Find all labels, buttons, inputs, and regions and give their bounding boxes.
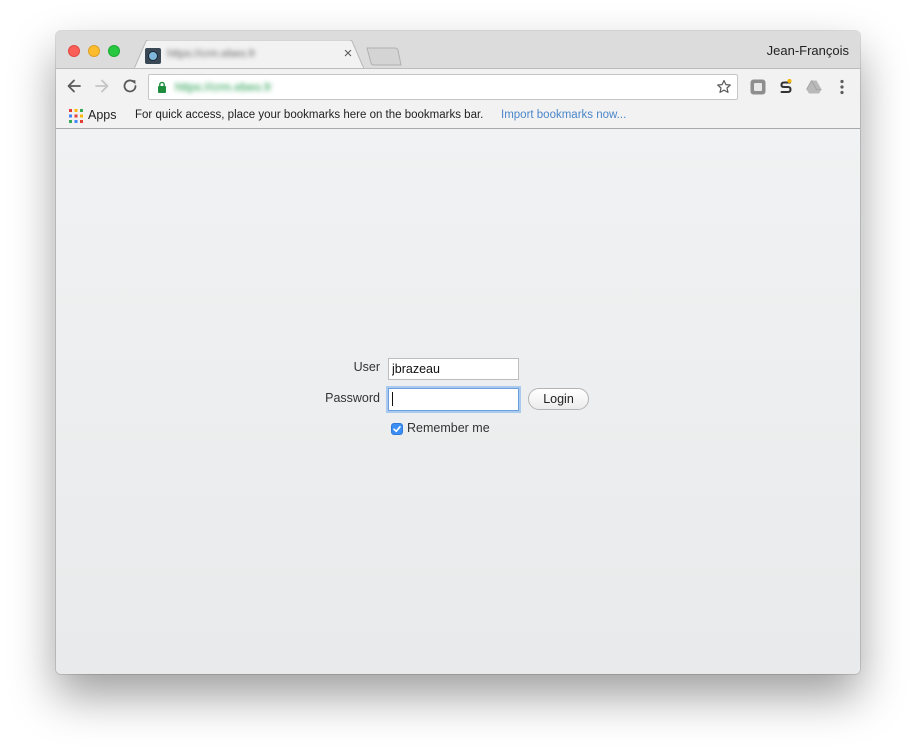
import-bookmarks-link[interactable]: Import bookmarks now... bbox=[501, 109, 626, 121]
bookmark-star-icon[interactable] bbox=[716, 79, 732, 95]
text-caret bbox=[392, 392, 393, 406]
secure-lock-icon[interactable] bbox=[157, 81, 167, 93]
remember-me-label[interactable]: Remember me bbox=[407, 421, 490, 435]
menu-kebab-icon[interactable] bbox=[835, 78, 849, 96]
remember-me-checkbox[interactable] bbox=[391, 423, 403, 435]
user-label: User bbox=[353, 360, 380, 374]
password-label: Password bbox=[325, 391, 380, 405]
address-bar[interactable]: https://crm.ebeo.fr bbox=[148, 74, 738, 100]
apps-shortcut[interactable]: Apps bbox=[88, 108, 117, 122]
login-button[interactable]: Login bbox=[528, 388, 589, 410]
user-input[interactable] bbox=[388, 358, 519, 380]
browser-toolbar: https://crm.ebeo.fr bbox=[56, 68, 860, 104]
window-close-button[interactable] bbox=[68, 45, 80, 57]
password-input[interactable] bbox=[388, 388, 519, 411]
browser-window: https://crm.ebeo.fr × Jean-François http… bbox=[56, 31, 860, 674]
page-content: User Password Login Remember me bbox=[56, 129, 860, 674]
apps-grid-icon[interactable] bbox=[69, 109, 83, 123]
back-arrow-icon[interactable] bbox=[64, 76, 84, 96]
tab-title: https://crm.ebeo.fr bbox=[167, 48, 256, 60]
url-text[interactable]: https://crm.ebeo.fr bbox=[175, 80, 305, 94]
drive-icon[interactable] bbox=[805, 78, 823, 96]
tab-close-icon[interactable]: × bbox=[341, 46, 355, 62]
extension-grey-icon[interactable] bbox=[749, 78, 767, 96]
site-favicon-icon bbox=[145, 48, 161, 64]
window-minimize-button[interactable] bbox=[88, 45, 100, 57]
extension-s-icon[interactable] bbox=[777, 78, 795, 96]
new-tab-button[interactable] bbox=[366, 47, 402, 66]
window-zoom-button[interactable] bbox=[108, 45, 120, 57]
reload-icon[interactable] bbox=[120, 76, 140, 96]
title-bar: https://crm.ebeo.fr × Jean-François bbox=[56, 31, 860, 69]
profile-name[interactable]: Jean-François bbox=[767, 43, 849, 58]
bookmarks-bar: Apps For quick access, place your bookma… bbox=[56, 104, 860, 129]
checkmark-icon bbox=[393, 426, 401, 433]
bookmarks-hint-text: For quick access, place your bookmarks h… bbox=[135, 109, 484, 121]
forward-arrow-icon[interactable] bbox=[92, 76, 112, 96]
browser-tab[interactable]: https://crm.ebeo.fr × bbox=[134, 40, 364, 69]
